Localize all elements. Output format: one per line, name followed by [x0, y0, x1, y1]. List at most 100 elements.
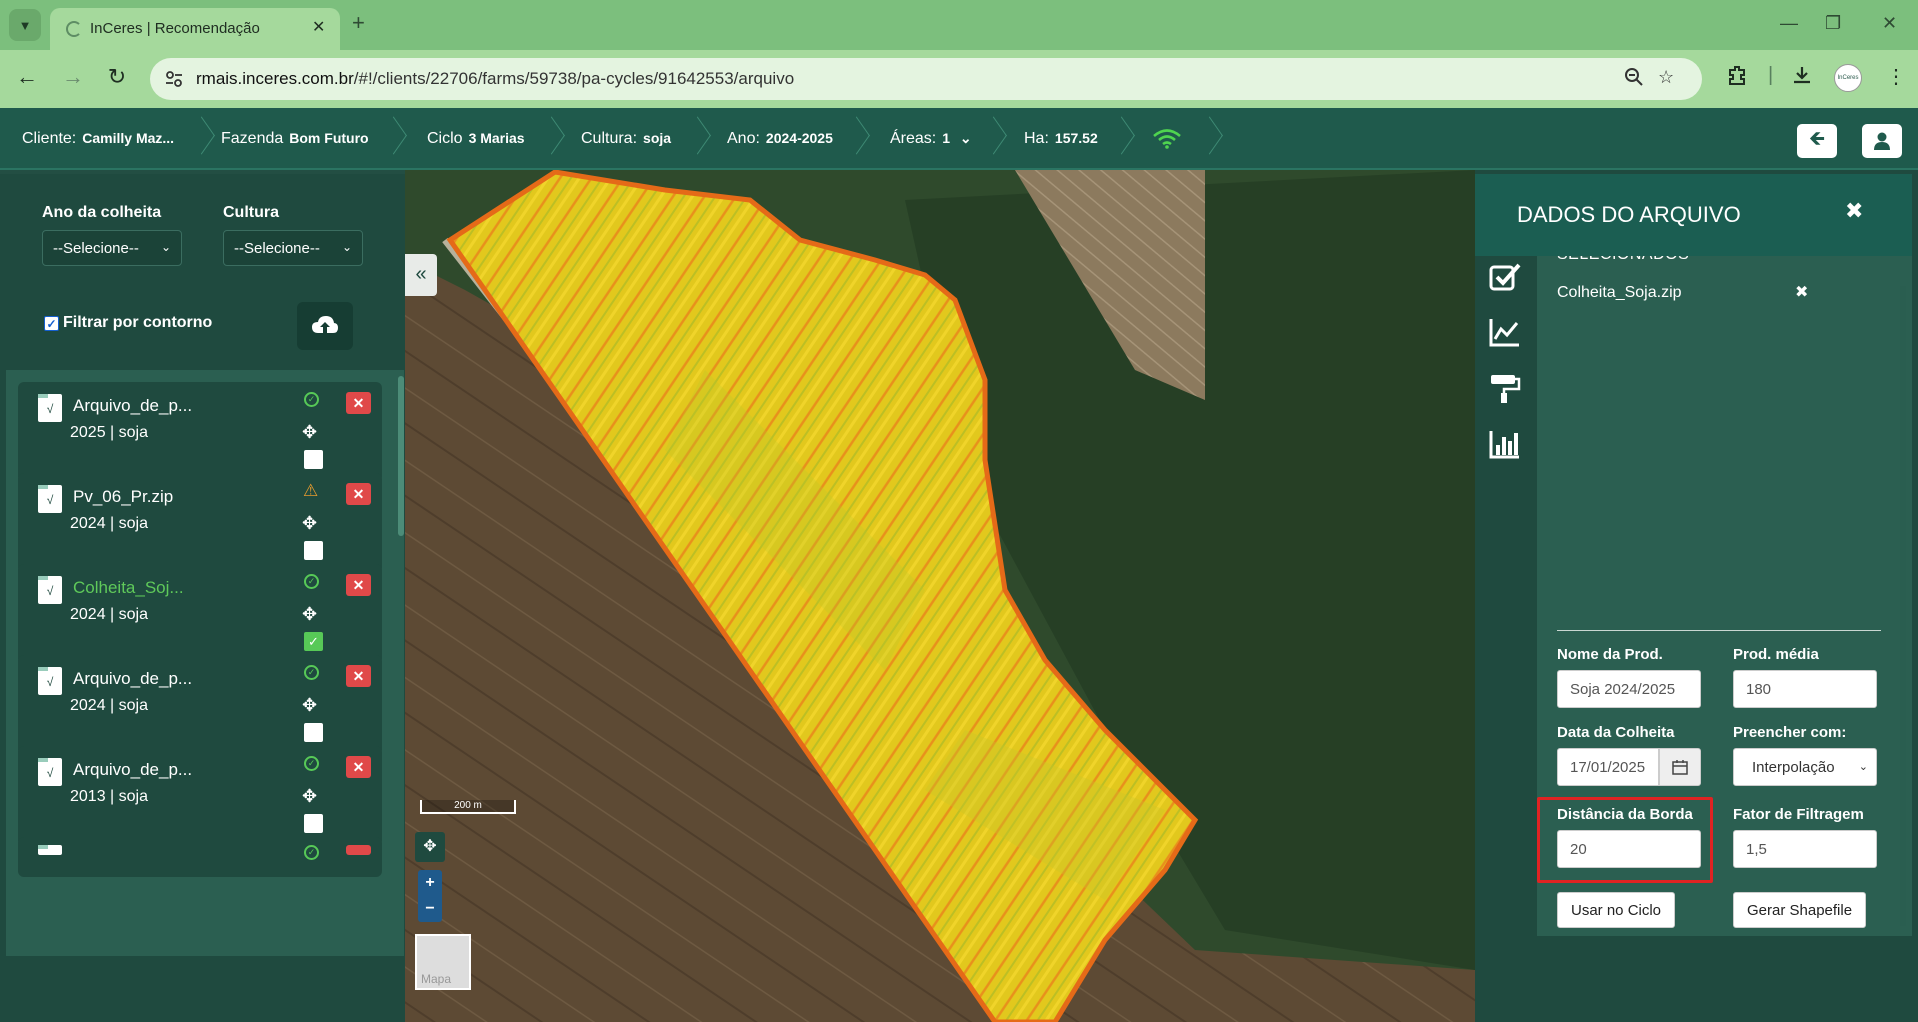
ano-colheita-select[interactable]: --Selecione-- ⌄	[42, 230, 182, 266]
nome-prod-input[interactable]: Soja 2024/2025	[1557, 670, 1701, 708]
locate-icon[interactable]: ✥	[302, 695, 317, 716]
data-colheita-input[interactable]: 17/01/2025	[1557, 748, 1659, 786]
zoom-control: + −	[418, 870, 442, 922]
bookmark-star-icon[interactable]: ☆	[1658, 67, 1674, 88]
user-menu-button[interactable]	[1862, 124, 1902, 158]
remove-selected-file-icon[interactable]: ✖	[1795, 282, 1808, 302]
delete-file-button[interactable]: ✕	[346, 392, 371, 414]
file-select-checkbox[interactable]	[304, 541, 323, 560]
delete-file-button[interactable]: ✕	[346, 756, 371, 778]
breadcrumb-fazenda[interactable]: Fazenda Bom Futuro	[221, 130, 369, 148]
gerar-shapefile-button[interactable]: Gerar Shapefile	[1733, 892, 1867, 928]
file-name[interactable]: Arquivo_de_p...	[73, 760, 192, 780]
file-select-checkbox[interactable]	[304, 814, 323, 833]
profile-avatar[interactable]: InCeres	[1834, 64, 1862, 92]
file-card[interactable]: √ Pv_06_Pr.zip 2024 | soja ⚠ ✕ ✥	[18, 473, 382, 573]
file-card[interactable]: √ Arquivo_de_p... 2024 | soja ✓ ✕ ✥	[18, 655, 382, 755]
file-select-checkbox[interactable]	[304, 450, 323, 469]
tab-close-icon[interactable]: ✕	[312, 17, 325, 37]
locate-icon[interactable]: ✥	[302, 786, 317, 807]
locate-icon[interactable]: ✥	[302, 422, 317, 443]
cultura-select[interactable]: --Selecione-- ⌄	[223, 230, 363, 266]
url-text[interactable]: rmais.inceres.com.br/#!/clients/22706/fa…	[196, 69, 794, 89]
tab-selected-files[interactable]	[1485, 256, 1525, 296]
app-breadcrumb-bar: Cliente: Camilly Maz... Fazenda Bom Futuro…	[0, 108, 1918, 170]
menu-kebab-icon[interactable]: ⋮	[1886, 64, 1906, 89]
preencher-select[interactable]: Interpolação ⌄	[1733, 748, 1877, 786]
reload-icon[interactable]: ↻	[102, 64, 132, 90]
delete-file-button[interactable]	[346, 845, 371, 855]
site-settings-icon[interactable]	[164, 69, 184, 89]
restore-icon[interactable]: ❐	[1825, 13, 1841, 34]
map-view[interactable]: « 200 m ✥ + − Mapa	[405, 170, 1475, 1022]
prod-media-input[interactable]: 180	[1733, 670, 1877, 708]
tab-paint-roller[interactable]	[1485, 368, 1525, 408]
filtrar-por-contorno[interactable]: ✓ Filtrar por contorno	[44, 314, 212, 332]
zoom-out-button[interactable]: −	[418, 896, 442, 922]
back-button[interactable]: 🡸	[1797, 124, 1837, 158]
close-panel-icon[interactable]: ✖	[1845, 198, 1863, 224]
forward-arrow-icon[interactable]: →	[58, 64, 88, 90]
breadcrumb-cliente[interactable]: Cliente: Camilly Maz...	[22, 130, 174, 148]
collapse-panel-button[interactable]: «	[405, 254, 437, 296]
calendar-button[interactable]	[1659, 748, 1701, 786]
preencher-label: Preencher com:	[1733, 724, 1847, 741]
highlight-annotation	[1537, 797, 1713, 883]
zoom-icon[interactable]	[1624, 67, 1644, 92]
breadcrumb-separator	[686, 116, 704, 162]
browser-tab-active[interactable]: InCeres | Recomendação ✕	[50, 8, 340, 50]
basemap-toggle[interactable]: Mapa	[415, 934, 471, 990]
status-ok-icon: ✓	[304, 756, 319, 771]
locate-icon[interactable]: ✥	[302, 513, 317, 534]
file-name[interactable]: Arquivo_de_p...	[73, 669, 192, 689]
breadcrumb-separator	[1198, 116, 1216, 162]
minimize-icon[interactable]: —	[1780, 13, 1798, 34]
zoom-in-button[interactable]: +	[418, 870, 442, 896]
panel-scrollbar[interactable]	[1900, 286, 1906, 926]
file-data-panel: DADOS DO ARQUIVO ✖ SELECIONADOS Colheita…	[1475, 170, 1918, 1022]
file-name[interactable]: Colheita_Soj...	[73, 578, 184, 598]
new-tab-button[interactable]: +	[352, 12, 365, 34]
file-card-partial[interactable]: ✓	[18, 837, 382, 877]
back-arrow-icon[interactable]: ←	[12, 64, 42, 90]
map-scale-bar: 200 m	[420, 800, 516, 814]
file-name[interactable]: Pv_06_Pr.zip	[73, 487, 173, 507]
download-icon[interactable]	[1791, 64, 1813, 92]
csv-file-icon: √	[38, 576, 62, 604]
paint-roller-icon	[1491, 375, 1521, 403]
file-list-scrollbar[interactable]	[398, 376, 404, 536]
file-card-selected[interactable]: √ Colheita_Soj... 2024 | soja ✓ ✕ ✥ ✓	[18, 564, 382, 664]
file-list: √ Arquivo_de_p... 2025 | soja ✓ ✕ ✥ √ Pv…	[6, 370, 404, 956]
pan-icon[interactable]: ✥	[415, 832, 445, 862]
tab-line-chart[interactable]	[1485, 312, 1525, 352]
breadcrumb-ciclo[interactable]: Ciclo 3 Marias	[427, 130, 525, 148]
delete-file-button[interactable]: ✕	[346, 665, 371, 687]
file-filter-panel: Ano da colheita --Selecione-- ⌄ Cultura -…	[0, 170, 405, 1022]
usar-no-ciclo-button[interactable]: Usar no Ciclo	[1557, 892, 1676, 928]
file-card[interactable]: √ Arquivo_de_p... 2025 | soja ✓ ✕ ✥	[18, 382, 382, 482]
section-title-selecionados: SELECIONADOS	[1557, 256, 1689, 264]
tab-bar-chart[interactable]	[1485, 424, 1525, 464]
filtrar-label: Filtrar por contorno	[63, 314, 213, 331]
filtrar-checkbox[interactable]: ✓	[44, 315, 59, 331]
breadcrumb-ano[interactable]: Ano: 2024-2025	[727, 130, 833, 148]
fator-filtragem-input[interactable]: 1,5	[1733, 830, 1877, 868]
status-ok-icon: ✓	[304, 665, 319, 680]
address-bar[interactable]: rmais.inceres.com.br/#!/clients/22706/fa…	[150, 58, 1702, 100]
file-select-checkbox-checked[interactable]: ✓	[304, 632, 323, 651]
extensions-icon[interactable]	[1726, 64, 1748, 92]
breadcrumb-cultura[interactable]: Cultura: soja	[581, 130, 671, 148]
breadcrumb-areas[interactable]: Áreas: 1 ⌄	[890, 130, 972, 148]
locate-icon[interactable]: ✥	[302, 604, 317, 625]
file-select-checkbox[interactable]	[304, 723, 323, 742]
file-name[interactable]: Arquivo_de_p...	[73, 396, 192, 416]
delete-file-button[interactable]: ✕	[346, 574, 371, 596]
tab-list-button[interactable]: ▼	[9, 9, 41, 41]
file-card[interactable]: √ Arquivo_de_p... 2013 | soja ✓ ✕ ✥	[18, 746, 382, 846]
warning-icon: ⚠	[303, 481, 319, 500]
user-icon	[1874, 132, 1890, 150]
window-close-icon[interactable]: ✕	[1882, 13, 1897, 34]
upload-button[interactable]	[297, 302, 353, 350]
status-ok-icon: ✓	[304, 392, 319, 407]
delete-file-button[interactable]: ✕	[346, 483, 371, 505]
